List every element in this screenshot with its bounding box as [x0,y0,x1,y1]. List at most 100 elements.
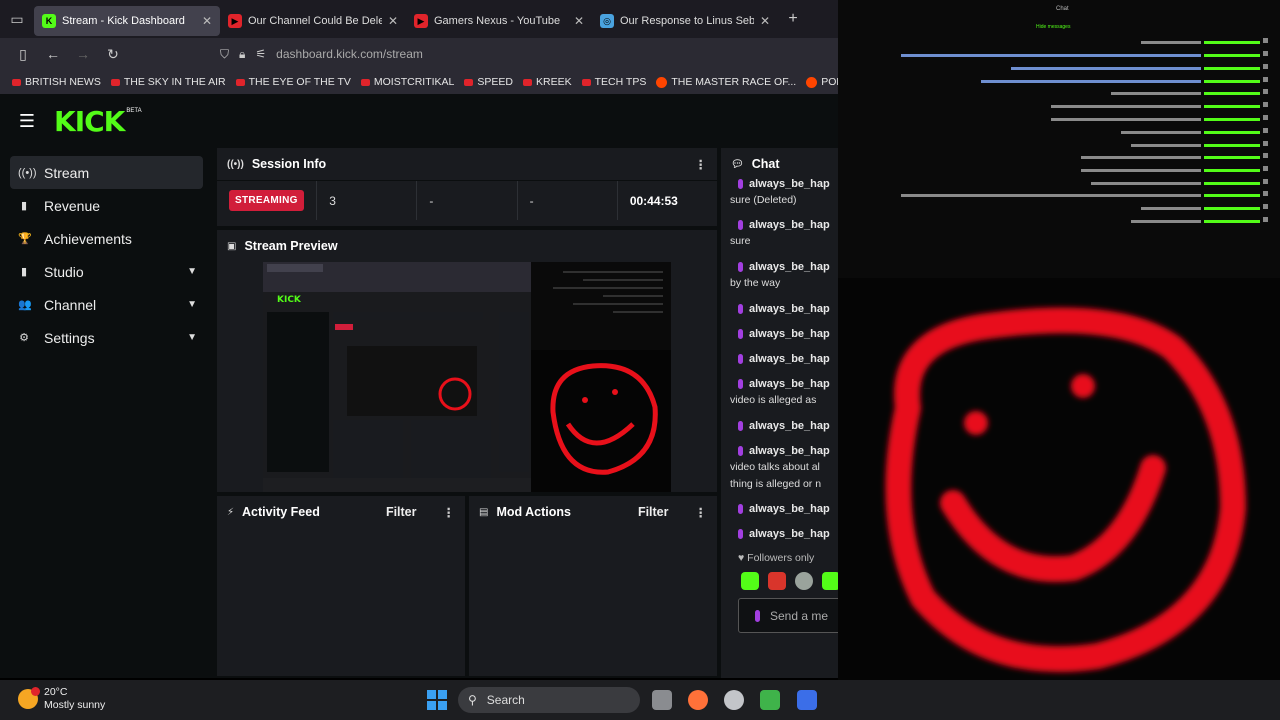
browser-tab[interactable]: ▶ Gamers Nexus - YouTube ✕ [406,6,592,36]
new-tab-button[interactable]: + [778,10,808,28]
emote-icon[interactable] [741,572,759,590]
bookmark-item[interactable]: BRITISH NEWS [12,76,101,88]
tab-title: Gamers Nexus - YouTube [434,15,561,27]
broadcast-icon: ((•)) [18,166,37,179]
mic-icon [738,446,743,456]
bookmark-item[interactable]: THE MASTER RACE OF... [656,76,796,88]
chat-username[interactable]: always_be_hap [749,303,830,315]
chat-message[interactable]: always_be_hap [738,420,830,432]
tab-favicon-icon: ▶ [414,14,428,28]
chat-username[interactable]: always_be_hap [749,503,830,515]
chrome-icon[interactable] [724,690,744,710]
chat-message[interactable]: always_be_hap sure (Deleted) [730,178,830,209]
chat-username[interactable]: always_be_hap [749,445,830,457]
firefox-icon[interactable] [688,690,708,710]
heart-icon: ♥ [738,552,745,564]
browser-tab[interactable]: K Stream - Kick Dashboard ✕ [34,6,220,36]
followers-only-text: Followers only [747,552,815,564]
chat-message[interactable]: always_be_hap [738,303,830,315]
chat-message[interactable]: always_be_hapsure [730,219,830,250]
task-view-icon[interactable] [652,690,672,710]
chat-message[interactable]: always_be_hap [738,503,830,515]
tab-favicon-icon: K [42,14,56,28]
chat-username[interactable]: always_be_hap [749,328,830,340]
mic-icon [738,220,743,230]
browser-tab[interactable]: ◎ Our Response to Linus Sebastian ✕ [592,6,778,36]
activity-filter-button[interactable]: Filter [386,505,417,519]
chat-message[interactable]: always_be_hap [738,328,830,340]
chevron-down-icon[interactable]: ▼ [187,299,197,310]
stream-preview-video[interactable]: KICK [263,262,671,492]
chat-text: sure [730,235,751,247]
bookmark-label: KREEK [536,76,572,88]
sidebar-toggle-icon[interactable]: ▯ [10,46,36,63]
youtube-icon [110,78,120,86]
chat-username[interactable]: always_be_hap [749,178,830,190]
sidebar-item-achievements[interactable]: 🏆 Achievements [10,222,203,255]
bookmark-item[interactable]: THE SKY IN THE AIR [110,76,226,88]
tab-overview-icon[interactable]: ▭ [0,11,34,28]
chat-username[interactable]: always_be_hap [749,420,830,432]
stream-preview-panel: ▣ Stream Preview KICK [217,230,717,492]
sidebar-item-label: Channel [44,296,97,313]
back-icon[interactable]: ← [40,46,66,62]
shield-icon[interactable]: ⛉ [220,47,229,62]
session-menu-icon[interactable]: ⋮ [695,157,708,172]
app-icon[interactable] [797,690,817,710]
emote-icon[interactable] [768,572,786,590]
chat-message[interactable]: always_be_hap video talks about al thing … [730,445,830,493]
bookmark-item[interactable]: POLITICAL STUFF [806,76,838,88]
chat-message[interactable]: always_be_hap video is alleged as [730,378,830,409]
chat-input[interactable]: Send a me [738,598,848,633]
chat-message[interactable]: always_be_hap [738,528,830,540]
lock-icon[interactable]: 🔒︎ [239,47,245,62]
chevron-down-icon[interactable]: ▼ [187,266,197,277]
forward-icon[interactable]: → [70,46,96,62]
chat-message[interactable]: always_be_hap [738,353,830,365]
chat-message[interactable]: always_be_hap by the way [730,261,830,292]
sidebar-item-settings[interactable]: ⚙ Settings ▼ [10,321,203,354]
youtube-icon [523,78,533,86]
permissions-icon[interactable]: ⚟ [255,47,266,61]
preview-thumbnail: KICK [263,262,671,492]
mic-icon [738,421,743,431]
menu-icon[interactable]: ☰ [0,111,54,132]
bookmark-item[interactable]: MOISTCRITIKAL [360,76,454,88]
bookmark-item[interactable]: TECH TPS [581,76,646,88]
chat-username[interactable]: always_be_hap [749,261,830,273]
chat-username[interactable]: always_be_hap [749,528,830,540]
chat-username[interactable]: always_be_hap [749,353,830,365]
sidebar-item-stream[interactable]: ((•)) Stream [10,156,203,189]
kick-logo[interactable]: KICK [54,105,125,138]
chat-username[interactable]: always_be_hap [749,219,830,231]
bookmark-item[interactable]: KREEK [523,76,572,88]
emote-icon[interactable] [795,572,813,590]
bookmark-label: POLITICAL STUFF [821,76,838,88]
windows-start-icon[interactable] [427,690,447,710]
taskbar-search[interactable]: ⚲ Search [458,687,640,713]
tab-close-icon[interactable]: ✕ [760,14,770,28]
browser-tab[interactable]: ▶ Our Channel Could Be Deleted ✕ [220,6,406,36]
url-text[interactable]: dashboard.kick.com/stream [276,47,423,61]
tab-close-icon[interactable]: ✕ [574,14,584,28]
tab-close-icon[interactable]: ✕ [202,14,212,28]
sidebar-item-channel[interactable]: 👥 Channel ▼ [10,288,203,321]
mod-actions-panel: ▤ Mod Actions Filter ⋮ [469,496,717,676]
weather-condition: Mostly sunny [44,699,106,711]
stream-preview-title: Stream Preview [244,239,338,253]
mod-filter-button[interactable]: Filter [638,505,669,519]
chat-username[interactable]: always_be_hap [749,378,830,390]
tab-close-icon[interactable]: ✕ [388,14,398,28]
sidebar-item-studio[interactable]: ▮ Studio ▼ [10,255,203,288]
mod-menu-icon[interactable]: ⋮ [695,505,708,520]
sidebar-item-revenue[interactable]: ▮ Revenue [10,189,203,222]
activity-menu-icon[interactable]: ⋮ [443,505,456,520]
address-bar[interactable]: ⛉ 🔒︎ ⚟ dashboard.kick.com/stream [220,47,423,62]
bookmark-item[interactable]: SPEED [464,76,513,88]
sidebar-item-label: Revenue [44,197,101,214]
weather-widget[interactable]: 20°C Mostly sunny [18,686,105,712]
reload-icon[interactable]: ↻ [100,46,126,63]
chevron-down-icon[interactable]: ▼ [187,332,197,343]
minecraft-icon[interactable] [760,690,780,710]
bookmark-item[interactable]: THE EYE OF THE TV [235,76,351,88]
